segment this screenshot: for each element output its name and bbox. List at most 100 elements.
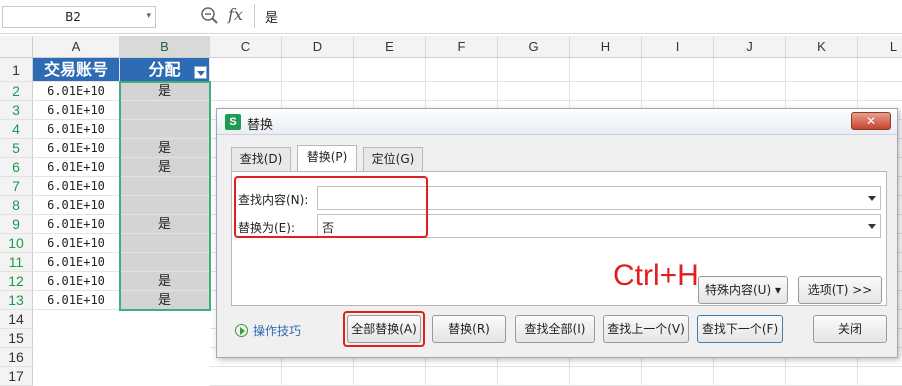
cell[interactable]	[714, 58, 786, 82]
formula-input[interactable]: 是	[254, 4, 902, 28]
cell[interactable]	[570, 82, 642, 101]
row-header-4[interactable]: 4	[0, 120, 33, 139]
annotation-box-replace-all	[343, 311, 425, 347]
cell[interactable]	[354, 367, 426, 386]
cell[interactable]	[714, 367, 786, 386]
row-header-8[interactable]: 8	[0, 196, 33, 215]
tips-link[interactable]: 操作技巧	[235, 322, 301, 339]
cell-account[interactable]: 6.01E+10	[33, 177, 120, 196]
row-header-1[interactable]: 1	[0, 58, 33, 82]
cell-account[interactable]: 6.01E+10	[33, 120, 120, 139]
cell[interactable]	[210, 82, 282, 101]
cell-account[interactable]: 6.01E+10	[33, 253, 120, 272]
tab-goto[interactable]: 定位(G)	[363, 147, 423, 171]
cell[interactable]	[282, 58, 354, 82]
cell[interactable]	[498, 58, 570, 82]
cell[interactable]	[426, 58, 498, 82]
cell[interactable]	[354, 82, 426, 101]
header-cell-allocation[interactable]: 分配	[120, 58, 210, 82]
cell-account[interactable]: 6.01E+10	[33, 291, 120, 310]
tab-find[interactable]: 查找(D)	[231, 147, 291, 171]
column-header-h[interactable]: H	[570, 36, 642, 58]
row-header-6[interactable]: 6	[0, 158, 33, 177]
row-header-2[interactable]: 2	[0, 82, 33, 101]
close-icon[interactable]: ✕	[851, 112, 891, 130]
cell[interactable]	[426, 82, 498, 101]
cell-account[interactable]: 6.01E+10	[33, 234, 120, 253]
row-header-12[interactable]: 12	[0, 272, 33, 291]
column-header-k[interactable]: K	[786, 36, 858, 58]
cell[interactable]	[570, 58, 642, 82]
column-header-l[interactable]: L	[858, 36, 902, 58]
column-header-g[interactable]: G	[498, 36, 570, 58]
cell[interactable]	[858, 82, 902, 101]
cell[interactable]	[714, 82, 786, 101]
cell-account[interactable]: 6.01E+10	[33, 272, 120, 291]
cell[interactable]	[786, 367, 858, 386]
column-header-a[interactable]: A	[33, 36, 120, 58]
cell[interactable]	[642, 82, 714, 101]
select-all-corner[interactable]	[0, 36, 33, 58]
row-header-3[interactable]: 3	[0, 101, 33, 120]
replace-button[interactable]: 替换(R)	[432, 315, 506, 343]
row-header-10[interactable]: 10	[0, 234, 33, 253]
wps-logo-icon: S	[225, 114, 241, 130]
cell[interactable]	[426, 367, 498, 386]
cell[interactable]	[858, 367, 902, 386]
row-header-5[interactable]: 5	[0, 139, 33, 158]
row-header-13[interactable]: 13	[0, 291, 33, 310]
row-header-7[interactable]: 7	[0, 177, 33, 196]
column-header-d[interactable]: D	[282, 36, 354, 58]
close-button[interactable]: 关闭	[813, 315, 887, 343]
cell-account[interactable]: 6.01E+10	[33, 139, 120, 158]
row-header-14[interactable]: 14	[0, 310, 33, 329]
cell[interactable]	[210, 367, 282, 386]
cell[interactable]	[354, 58, 426, 82]
zoom-icon[interactable]	[200, 6, 220, 26]
cell-account[interactable]: 6.01E+10	[33, 158, 120, 177]
cell[interactable]	[498, 367, 570, 386]
cell[interactable]	[282, 367, 354, 386]
column-header-i[interactable]: I	[642, 36, 714, 58]
name-box[interactable]: B2 ▾	[2, 6, 156, 28]
row-header-17[interactable]: 17	[0, 367, 33, 386]
cell-account[interactable]: 6.01E+10	[33, 101, 120, 120]
column-header-c[interactable]: C	[210, 36, 282, 58]
dialog-title: 替换	[247, 118, 274, 133]
tab-replace[interactable]: 替换(P)	[297, 145, 357, 172]
chevron-down-icon[interactable]	[868, 224, 876, 229]
header-cell-account[interactable]: 交易账号	[33, 58, 120, 82]
column-header-j[interactable]: J	[714, 36, 786, 58]
dialog-title-bar[interactable]: S 替换 ✕	[217, 109, 897, 135]
cell[interactable]	[786, 82, 858, 101]
cell-account[interactable]: 6.01E+10	[33, 82, 120, 101]
filter-dropdown-icon[interactable]	[194, 66, 207, 79]
cell[interactable]	[570, 367, 642, 386]
cell[interactable]	[498, 82, 570, 101]
find-all-button[interactable]: 查找全部(I)	[515, 315, 595, 343]
chevron-down-icon[interactable]: ▾	[146, 11, 151, 21]
chevron-down-icon[interactable]	[868, 196, 876, 201]
column-header-b[interactable]: B	[120, 36, 210, 58]
shortcut-hint: Ctrl+H	[613, 259, 699, 292]
options-button[interactable]: 选项(T) >>	[798, 276, 882, 304]
find-previous-button[interactable]: 查找上一个(V)	[603, 315, 689, 343]
cell[interactable]	[210, 58, 282, 82]
special-content-button[interactable]: 特殊内容(U) ▾	[698, 276, 788, 304]
row-header-11[interactable]: 11	[0, 253, 33, 272]
row-header-15[interactable]: 15	[0, 329, 33, 348]
cell-account[interactable]: 6.01E+10	[33, 196, 120, 215]
cell[interactable]	[786, 58, 858, 82]
annotation-box-fields	[234, 176, 428, 238]
column-header-e[interactable]: E	[354, 36, 426, 58]
row-header-9[interactable]: 9	[0, 215, 33, 234]
cell-account[interactable]: 6.01E+10	[33, 215, 120, 234]
cell[interactable]	[642, 367, 714, 386]
cell[interactable]	[282, 82, 354, 101]
cell[interactable]	[858, 58, 902, 82]
fx-icon[interactable]: fx	[228, 5, 243, 24]
find-next-button[interactable]: 查找下一个(F)	[697, 315, 783, 343]
cell[interactable]	[642, 58, 714, 82]
row-header-16[interactable]: 16	[0, 348, 33, 367]
column-header-f[interactable]: F	[426, 36, 498, 58]
